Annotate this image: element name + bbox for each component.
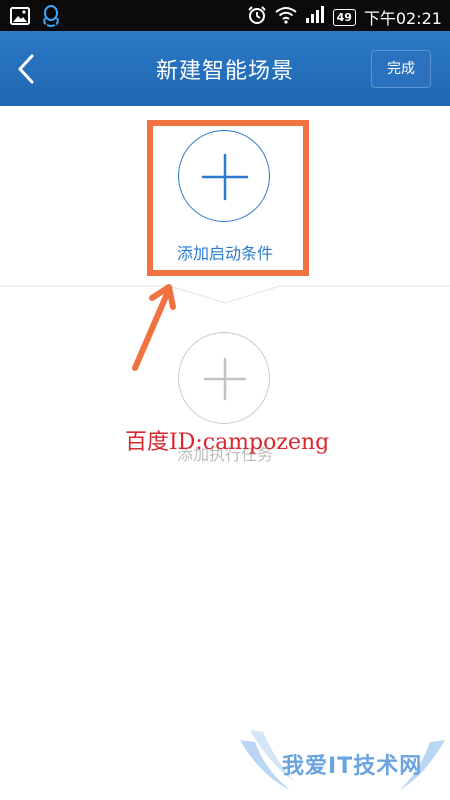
add-condition-button[interactable]: 添加启动条件 (160, 130, 290, 270)
signal-icon (305, 6, 325, 28)
gallery-icon (10, 7, 30, 29)
qq-icon (42, 5, 60, 31)
add-condition-circle (178, 130, 270, 222)
site-logo-text: 我爱IT技术网 (282, 754, 423, 779)
done-button[interactable]: 完成 (371, 50, 431, 88)
plus-icon (203, 357, 247, 401)
plus-icon (201, 153, 249, 201)
app-bar: 新建智能场景 完成 (0, 31, 450, 106)
watermark-text: 百度ID:campozeng (125, 430, 330, 455)
status-bar: 49 下午02:21 (0, 0, 450, 31)
add-task-circle (178, 332, 270, 424)
add-condition-label: 添加启动条件 (176, 244, 273, 263)
alarm-icon (247, 5, 267, 29)
status-time: 下午02:21 (363, 9, 442, 28)
section-divider (0, 285, 450, 304)
battery-indicator: 49 (332, 8, 356, 26)
wifi-icon (274, 6, 297, 28)
